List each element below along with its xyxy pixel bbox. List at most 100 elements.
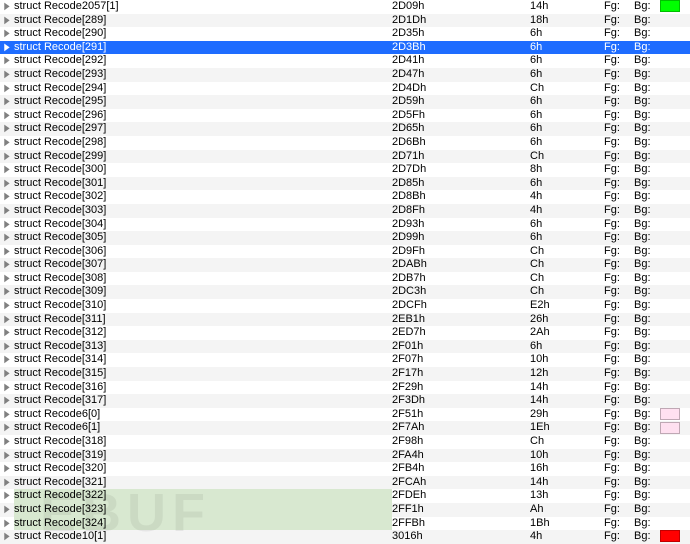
table-row[interactable]: ▶struct Recode[309]2DC3hChFg:Bg: [0, 285, 690, 299]
expand-toggle[interactable]: ▶ [0, 462, 14, 476]
bg-swatch-cell[interactable] [660, 326, 690, 340]
bg-swatch-cell[interactable] [660, 41, 690, 55]
bg-swatch-cell[interactable] [660, 394, 690, 408]
expand-toggle[interactable]: ▶ [0, 326, 14, 340]
bg-swatch-cell[interactable] [660, 408, 690, 422]
bg-swatch-cell[interactable] [660, 82, 690, 96]
bg-swatch-cell[interactable] [660, 14, 690, 28]
bg-swatch-cell[interactable] [660, 218, 690, 232]
table-row[interactable]: ▶struct Recode[308]2DB7hChFg:Bg: [0, 272, 690, 286]
bg-swatch-cell[interactable] [660, 163, 690, 177]
bg-swatch-cell[interactable] [660, 462, 690, 476]
bg-swatch-cell[interactable] [660, 177, 690, 191]
table-row[interactable]: ▶struct Recode[298]2D6Bh6hFg:Bg: [0, 136, 690, 150]
table-row[interactable]: ▶struct Recode[305]2D99h6hFg:Bg: [0, 231, 690, 245]
bg-swatch-cell[interactable] [660, 313, 690, 327]
expand-toggle[interactable]: ▶ [0, 0, 14, 14]
bg-swatch-cell[interactable] [660, 353, 690, 367]
table-row[interactable]: ▶struct Recode[300]2D7Dh8hFg:Bg: [0, 163, 690, 177]
table-row[interactable]: ▶struct Recode[306]2D9FhChFg:Bg: [0, 245, 690, 259]
expand-toggle[interactable]: ▶ [0, 272, 14, 286]
table-row[interactable]: ▶struct Recode[293]2D47h6hFg:Bg: [0, 68, 690, 82]
expand-toggle[interactable]: ▶ [0, 27, 14, 41]
table-row[interactable]: ▶struct Recode[319]2FA4h10hFg:Bg: [0, 449, 690, 463]
bg-swatch-cell[interactable] [660, 272, 690, 286]
table-row[interactable]: ▶struct Recode[289]2D1Dh18hFg:Bg: [0, 14, 690, 28]
expand-toggle[interactable]: ▶ [0, 476, 14, 490]
expand-toggle[interactable]: ▶ [0, 136, 14, 150]
table-row[interactable]: ▶struct Recode[304]2D93h6hFg:Bg: [0, 218, 690, 232]
bg-swatch-cell[interactable] [660, 449, 690, 463]
table-row[interactable]: ▶struct Recode[321]2FCAh14hFg:Bg: [0, 476, 690, 490]
expand-toggle[interactable]: ▶ [0, 82, 14, 96]
expand-toggle[interactable]: ▶ [0, 109, 14, 123]
bg-swatch-cell[interactable] [660, 340, 690, 354]
bg-swatch-cell[interactable] [660, 381, 690, 395]
bg-swatch-cell[interactable] [660, 285, 690, 299]
bg-swatch-cell[interactable] [660, 136, 690, 150]
table-row[interactable]: ▶struct Recode[318]2F98hChFg:Bg: [0, 435, 690, 449]
bg-swatch-cell[interactable] [660, 367, 690, 381]
expand-toggle[interactable]: ▶ [0, 313, 14, 327]
table-row[interactable]: ▶struct Recode[296]2D5Fh6hFg:Bg: [0, 109, 690, 123]
expand-toggle[interactable]: ▶ [0, 150, 14, 164]
bg-swatch-cell[interactable] [660, 530, 690, 544]
expand-toggle[interactable]: ▶ [0, 218, 14, 232]
table-row[interactable]: ▶struct Recode[322]2FDEh13hFg:Bg: [0, 489, 690, 503]
table-row[interactable]: ▶struct Recode[301]2D85h6hFg:Bg: [0, 177, 690, 191]
table-row[interactable]: ▶struct Recode[290]2D35h6hFg:Bg: [0, 27, 690, 41]
bg-swatch-cell[interactable] [660, 476, 690, 490]
expand-toggle[interactable]: ▶ [0, 204, 14, 218]
expand-toggle[interactable]: ▶ [0, 353, 14, 367]
expand-toggle[interactable]: ▶ [0, 122, 14, 136]
expand-toggle[interactable]: ▶ [0, 68, 14, 82]
table-row[interactable]: ▶struct Recode[299]2D71hChFg:Bg: [0, 150, 690, 164]
expand-toggle[interactable]: ▶ [0, 14, 14, 28]
table-row[interactable]: ▶struct Recode6[0]2F51h29hFg:Bg: [0, 408, 690, 422]
table-row[interactable]: ▶struct Recode[314]2F07h10hFg:Bg: [0, 353, 690, 367]
expand-toggle[interactable]: ▶ [0, 285, 14, 299]
table-row[interactable]: ▶struct Recode[291]2D3Bh6hFg:Bg: [0, 41, 690, 55]
bg-swatch-cell[interactable] [660, 109, 690, 123]
table-row[interactable]: ▶struct Recode[307]2DABhChFg:Bg: [0, 258, 690, 272]
bg-swatch-cell[interactable] [660, 204, 690, 218]
expand-toggle[interactable]: ▶ [0, 435, 14, 449]
table-row[interactable]: ▶struct Recode[324]2FFBh1BhFg:Bg: [0, 517, 690, 531]
table-row[interactable]: ▶struct Recode[317]2F3Dh14hFg:Bg: [0, 394, 690, 408]
bg-swatch-cell[interactable] [660, 95, 690, 109]
bg-swatch-cell[interactable] [660, 258, 690, 272]
bg-swatch-cell[interactable] [660, 503, 690, 517]
expand-toggle[interactable]: ▶ [0, 231, 14, 245]
expand-toggle[interactable]: ▶ [0, 54, 14, 68]
expand-toggle[interactable]: ▶ [0, 367, 14, 381]
expand-toggle[interactable]: ▶ [0, 299, 14, 313]
bg-swatch-cell[interactable] [660, 489, 690, 503]
bg-swatch-cell[interactable] [660, 122, 690, 136]
bg-swatch-cell[interactable] [660, 299, 690, 313]
table-row[interactable]: ▶struct Recode[315]2F17h12hFg:Bg: [0, 367, 690, 381]
expand-toggle[interactable]: ▶ [0, 190, 14, 204]
table-row[interactable]: ▶struct Recode[303]2D8Fh4hFg:Bg: [0, 204, 690, 218]
table-row[interactable]: ▶struct Recode[311]2EB1h26hFg:Bg: [0, 313, 690, 327]
table-row[interactable]: ▶struct Recode[297]2D65h6hFg:Bg: [0, 122, 690, 136]
table-row[interactable]: ▶struct Recode[292]2D41h6hFg:Bg: [0, 54, 690, 68]
expand-toggle[interactable]: ▶ [0, 421, 14, 435]
bg-swatch-cell[interactable] [660, 68, 690, 82]
bg-swatch-cell[interactable] [660, 54, 690, 68]
expand-toggle[interactable]: ▶ [0, 41, 14, 55]
expand-toggle[interactable]: ▶ [0, 489, 14, 503]
table-row[interactable]: ▶struct Recode[310]2DCFhE2hFg:Bg: [0, 299, 690, 313]
table-row[interactable]: ▶struct Recode[316]2F29h14hFg:Bg: [0, 381, 690, 395]
table-row[interactable]: ▶struct Recode[302]2D8Bh4hFg:Bg: [0, 190, 690, 204]
table-row[interactable]: ▶struct Recode[320]2FB4h16hFg:Bg: [0, 462, 690, 476]
table-row[interactable]: ▶struct Recode10[1]3016h4hFg:Bg: [0, 530, 690, 544]
bg-swatch-cell[interactable] [660, 27, 690, 41]
bg-swatch-cell[interactable] [660, 435, 690, 449]
table-row[interactable]: ▶struct Recode[295]2D59h6hFg:Bg: [0, 95, 690, 109]
expand-toggle[interactable]: ▶ [0, 163, 14, 177]
expand-toggle[interactable]: ▶ [0, 449, 14, 463]
bg-swatch-cell[interactable] [660, 231, 690, 245]
bg-swatch-cell[interactable] [660, 421, 690, 435]
expand-toggle[interactable]: ▶ [0, 394, 14, 408]
table-row[interactable]: ▶struct Recode[312]2ED7h2AhFg:Bg: [0, 326, 690, 340]
